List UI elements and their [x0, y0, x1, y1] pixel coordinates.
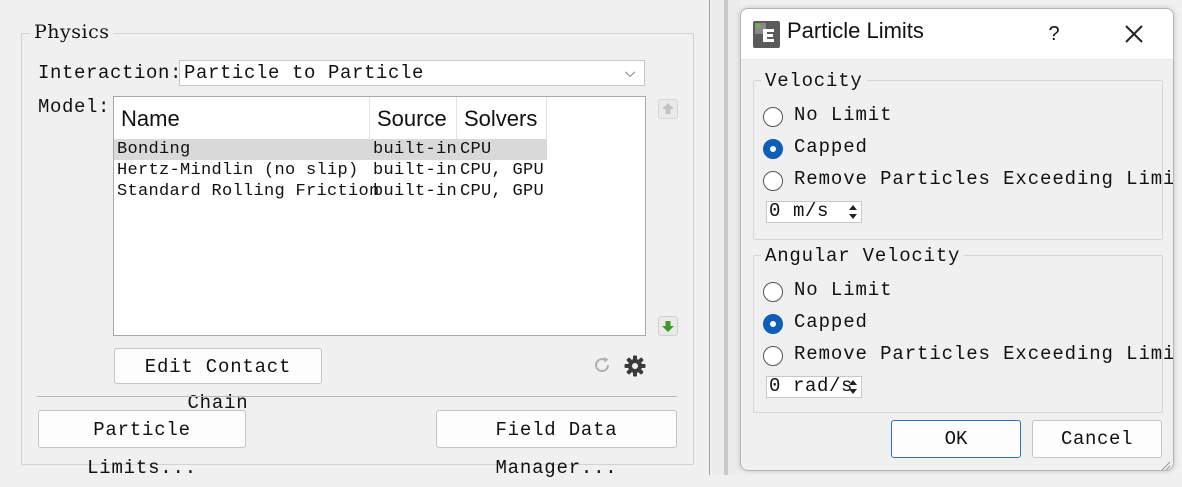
radio-button[interactable]: [763, 314, 783, 334]
angular-velocity-value: 0 rad/s: [769, 375, 854, 397]
dialog-title: Particle Limits: [787, 18, 924, 43]
angular-velocity-title: Angular Velocity: [761, 245, 965, 267]
dialog-titlebar[interactable]: Particle Limits ?: [741, 9, 1173, 60]
interaction-value: Particle to Particle: [184, 62, 425, 84]
physics-title: Physics: [30, 21, 114, 43]
cell-name: Hertz-Mindlin (no slip): [117, 161, 359, 180]
table-row[interactable]: Standard Rolling Friction built-in CPU, …: [114, 181, 547, 202]
radio-label: Remove Particles Exceeding Limit: [794, 343, 1174, 365]
edit-contact-chain-button[interactable]: Edit Contact Chain: [114, 348, 322, 414]
panel-border: [709, 0, 710, 475]
table-row[interactable]: Bonding built-in CPU: [114, 139, 547, 160]
cell-name: Standard Rolling Friction: [117, 182, 380, 201]
splitter-handle[interactable]: [724, 0, 728, 475]
help-button[interactable]: ?: [1039, 19, 1069, 49]
refresh-icon[interactable]: [591, 354, 613, 376]
velocity-value: 0 m/s: [769, 200, 830, 222]
table-header: Name Source Solvers: [114, 97, 547, 139]
angular-velocity-spinbox[interactable]: 0 rad/s: [766, 375, 862, 398]
radio-label: No Limit: [794, 104, 893, 126]
separator: [37, 396, 677, 397]
particle-limits-button[interactable]: Particle Limits...: [38, 410, 246, 479]
cell-source: built-in: [373, 161, 458, 180]
cell-solvers: CPU, GPU: [460, 182, 545, 201]
radio-label: Remove Particles Exceeding Limit: [794, 168, 1174, 190]
gear-icon[interactable]: [623, 354, 647, 378]
field-data-manager-button[interactable]: Field Data Manager...: [436, 410, 677, 479]
radio-button[interactable]: [763, 346, 783, 366]
cell-source: built-in: [373, 140, 458, 159]
radio-label: Capped: [794, 311, 868, 333]
model-label: Model:: [38, 96, 111, 118]
cell-solvers: CPU: [460, 140, 492, 159]
arrow-up-icon[interactable]: [658, 99, 678, 119]
column-header-solvers[interactable]: Solvers: [457, 97, 547, 139]
ok-button[interactable]: OK: [891, 420, 1021, 458]
cancel-button[interactable]: Cancel: [1032, 420, 1162, 458]
resize-grip-icon[interactable]: [1159, 456, 1171, 470]
particle-limits-dialog: Particle Limits ? Velocity No Limit Capp…: [740, 8, 1174, 471]
interaction-select[interactable]: Particle to Particle ⌵: [179, 60, 645, 86]
arrow-down-icon[interactable]: [658, 316, 678, 336]
table-row[interactable]: Hertz-Mindlin (no slip) built-in CPU, GP…: [114, 160, 547, 181]
radio-button[interactable]: [763, 107, 783, 127]
radio-label: No Limit: [794, 279, 893, 301]
cell-source: built-in: [373, 182, 458, 201]
cell-name: Bonding: [117, 140, 191, 159]
radio-button[interactable]: [763, 139, 783, 159]
radio-label: Capped: [794, 136, 868, 158]
spin-arrows-icon[interactable]: [847, 203, 859, 221]
velocity-title: Velocity: [761, 70, 867, 92]
column-header-name[interactable]: Name: [114, 97, 370, 139]
radio-button[interactable]: [763, 282, 783, 302]
column-header-source[interactable]: Source: [370, 97, 457, 139]
chevron-down-icon: ⌵: [624, 65, 636, 81]
interaction-label: Interaction:: [38, 62, 183, 84]
app-logo-icon: [753, 21, 780, 48]
spin-arrows-icon[interactable]: [847, 378, 859, 396]
velocity-spinbox[interactable]: 0 m/s: [766, 200, 862, 223]
model-table[interactable]: Name Source Solvers Bonding built-in CPU…: [113, 96, 646, 336]
cell-solvers: CPU, GPU: [460, 161, 545, 180]
radio-button[interactable]: [763, 171, 783, 191]
close-icon[interactable]: [1117, 19, 1151, 49]
physics-panel: Physics Interaction: Particle to Particl…: [0, 0, 712, 479]
